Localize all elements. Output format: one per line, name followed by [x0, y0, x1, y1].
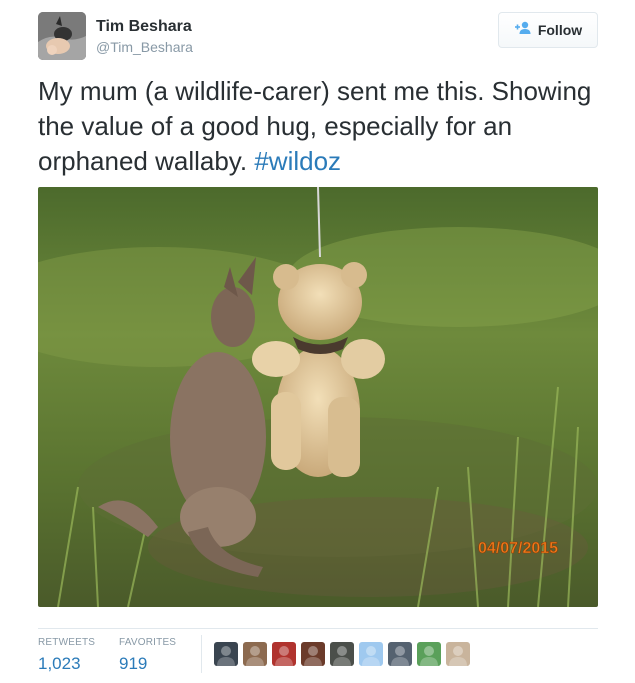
follow-label: Follow [537, 22, 583, 38]
wallaby-hugging-teddy-image: 04/07/2015 [38, 187, 598, 607]
tweet-photo[interactable]: 04/07/2015 [38, 187, 598, 607]
user-name[interactable]: Tim Beshara [96, 18, 192, 36]
follow-button[interactable]: Follow [498, 12, 598, 48]
tweet-text: My mum (a wildlife-carer) sent me this. … [38, 74, 608, 179]
retweets-stat[interactable]: RETWEETS 1,023 [38, 637, 95, 674]
favorites-label: FAVORITES [119, 637, 177, 648]
profile-photo-icon [38, 12, 86, 60]
tweet-stats: RETWEETS 1,023 FAVORITES 919 [38, 628, 598, 678]
favoriter-avatars [214, 642, 470, 666]
favorites-stat[interactable]: FAVORITES 919 [119, 637, 176, 674]
favoriter-avatar-1[interactable] [214, 642, 238, 666]
hashtag-link[interactable]: #wildoz [254, 146, 341, 176]
favoriter-avatar-9[interactable] [446, 642, 470, 666]
user-handle[interactable]: @Tim_Beshara [96, 39, 193, 55]
favoriter-avatar-8[interactable] [417, 642, 441, 666]
favorites-count[interactable]: 919 [119, 654, 176, 674]
stats-divider [201, 635, 202, 673]
favoriter-avatar-6[interactable] [359, 642, 383, 666]
avatar[interactable] [38, 12, 86, 60]
favoriter-avatar-2[interactable] [243, 642, 267, 666]
favoriter-avatar-5[interactable] [330, 642, 354, 666]
favoriter-avatar-4[interactable] [301, 642, 325, 666]
retweets-label: RETWEETS [38, 637, 96, 648]
photo-date-stamp: 04/07/2015 [478, 540, 558, 557]
retweets-count[interactable]: 1,023 [38, 654, 95, 674]
favoriter-avatar-3[interactable] [272, 642, 296, 666]
favoriter-avatar-7[interactable] [388, 642, 412, 666]
tweet-header: Tim Beshara @Tim_Beshara Follow [38, 12, 598, 62]
add-user-icon [514, 21, 532, 40]
